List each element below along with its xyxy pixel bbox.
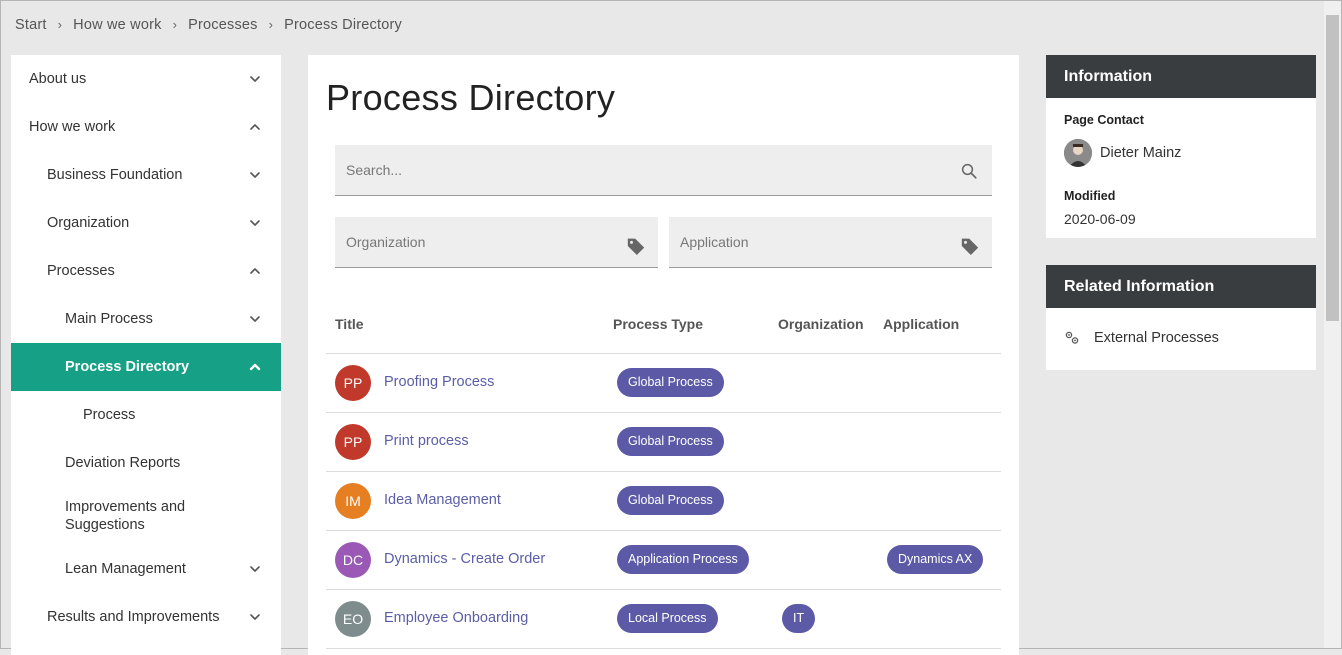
process-title-link[interactable]: Print process [384, 433, 469, 449]
page-title: Process Directory [326, 77, 616, 118]
chevron-down-icon[interactable] [249, 73, 261, 85]
chevron-down-icon[interactable] [249, 169, 261, 181]
chevron-down-icon[interactable] [249, 313, 261, 325]
sidebar-nav: About us How we work Business Foundation Or… [11, 55, 281, 655]
process-type-badge[interactable]: Local Process [617, 604, 718, 633]
modified-label: Modified [1064, 189, 1116, 203]
external-processes-link[interactable]: External Processes [1094, 330, 1219, 346]
information-heading: Information [1046, 55, 1316, 98]
breadcrumb-start[interactable]: Start [15, 17, 47, 33]
sidebar-item-business-foundation[interactable]: Business Foundation [11, 151, 281, 199]
application-badge[interactable]: Dynamics AX [887, 545, 984, 574]
chevron-right-icon: › [57, 17, 63, 32]
page-contact-label: Page Contact [1064, 113, 1144, 127]
table-row[interactable]: DC Dynamics - Create Order Application Pro… [326, 531, 1001, 590]
process-title-link[interactable]: Dynamics - Create Order [384, 551, 545, 567]
tag-icon [627, 238, 645, 255]
organization-filter-placeholder: Organization [346, 234, 426, 250]
chevron-right-icon: › [268, 17, 274, 32]
sidebar-item-process-directory[interactable]: Process Directory [11, 343, 281, 391]
breadcrumb-processes[interactable]: Processes [188, 17, 258, 33]
chevron-up-icon[interactable] [249, 265, 261, 277]
modified-value: 2020-06-09 [1064, 211, 1136, 227]
sidebar-item-label: Results and Improvements [47, 609, 220, 625]
column-title[interactable]: Title [335, 316, 364, 332]
breadcrumb-current: Process Directory [284, 17, 402, 33]
sidebar-item-organization[interactable]: Organization [11, 199, 281, 247]
related-information-heading: Related Information [1046, 265, 1316, 308]
sidebar-item-label: Processes [47, 263, 115, 279]
process-title-link[interactable]: Idea Management [384, 492, 501, 508]
sidebar-item-lean-management[interactable]: Lean Management [11, 545, 281, 593]
breadcrumb: Start › How we work › Processes › Process Dire… [15, 17, 402, 33]
related-information-card: Related Information External Processes [1046, 265, 1316, 370]
avatar: DC [335, 542, 371, 578]
process-table: Title Process Type Organization Applicat… [326, 301, 1001, 649]
sidebar-item-label: Process Directory [65, 359, 190, 375]
sidebar-item-processes[interactable]: Processes [11, 247, 281, 295]
chevron-down-icon[interactable] [249, 563, 261, 575]
table-row[interactable]: PP Proofing Process Global Process [326, 354, 1001, 413]
sidebar-item-about-us[interactable]: About us [11, 55, 281, 103]
main-panel: Process Directory Search... Organization… [308, 55, 1019, 655]
chevron-up-icon[interactable] [249, 361, 261, 373]
application-filter-placeholder: Application [680, 234, 749, 250]
chevron-up-icon[interactable] [249, 121, 261, 133]
search-icon[interactable] [960, 162, 978, 180]
avatar: IM [335, 483, 371, 519]
organization-badge[interactable]: IT [782, 604, 816, 633]
sidebar-item-label: Improvements and Suggestions [65, 499, 186, 533]
chevron-down-icon[interactable] [249, 611, 261, 623]
sidebar-item-label: How we work [29, 119, 116, 135]
sidebar-item-label: Organization [47, 215, 130, 231]
avatar: PP [335, 424, 371, 460]
sidebar-item-label: Process [83, 407, 136, 423]
table-row[interactable]: EO Employee Onboarding Local Process IT [326, 590, 1001, 649]
process-type-badge[interactable]: Application Process [617, 545, 749, 574]
chevron-down-icon[interactable] [249, 217, 261, 229]
chevron-right-icon: › [172, 17, 178, 32]
table-header: Title Process Type Organization Applicat… [326, 301, 1001, 354]
sidebar-item-label: Main Process [65, 311, 153, 327]
gears-icon [1065, 331, 1079, 344]
table-row[interactable]: IM Idea Management Global Process [326, 472, 1001, 531]
process-title-link[interactable]: Proofing Process [384, 374, 494, 390]
sidebar-item-label: About us [29, 71, 87, 87]
breadcrumb-how-we-work[interactable]: How we work [73, 17, 161, 33]
search-input[interactable]: Search... [335, 145, 992, 196]
search-placeholder: Search... [346, 162, 403, 178]
column-process-type[interactable]: Process Type [613, 316, 703, 332]
scrollbar[interactable] [1324, 1, 1341, 648]
sidebar-item-how-we-work[interactable]: How we work [11, 103, 281, 151]
sidebar-item-label: Lean Management [65, 561, 186, 577]
column-application[interactable]: Application [883, 316, 959, 332]
sidebar-item-process[interactable]: Process [11, 391, 281, 439]
avatar: PP [335, 365, 371, 401]
information-card: Information Page Contact Dieter Mainz Mo… [1046, 55, 1316, 238]
table-row[interactable]: PP Print process Global Process [326, 413, 1001, 472]
sidebar-item-label: Deviation Reports [65, 455, 181, 471]
tag-icon [961, 238, 979, 255]
avatar[interactable] [1064, 139, 1092, 167]
process-type-badge[interactable]: Global Process [617, 427, 724, 456]
column-organization[interactable]: Organization [778, 316, 864, 332]
sidebar-item-label: Business Foundation [47, 167, 183, 183]
contact-name[interactable]: Dieter Mainz [1100, 145, 1181, 161]
process-type-badge[interactable]: Global Process [617, 368, 724, 397]
process-type-badge[interactable]: Global Process [617, 486, 724, 515]
sidebar-item-deviation-reports[interactable]: Deviation Reports [11, 439, 281, 487]
sidebar-item-results-and-improvements[interactable]: Results and Improvements [11, 593, 281, 641]
sidebar-item-improvements-and-suggestions[interactable]: Improvements and Suggestions [11, 487, 281, 545]
sidebar-item-main-process[interactable]: Main Process [11, 295, 281, 343]
application-filter[interactable]: Application [669, 217, 992, 268]
organization-filter[interactable]: Organization [335, 217, 658, 268]
process-title-link[interactable]: Employee Onboarding [384, 610, 528, 626]
avatar: EO [335, 601, 371, 637]
scrollbar-thumb[interactable] [1326, 15, 1339, 321]
